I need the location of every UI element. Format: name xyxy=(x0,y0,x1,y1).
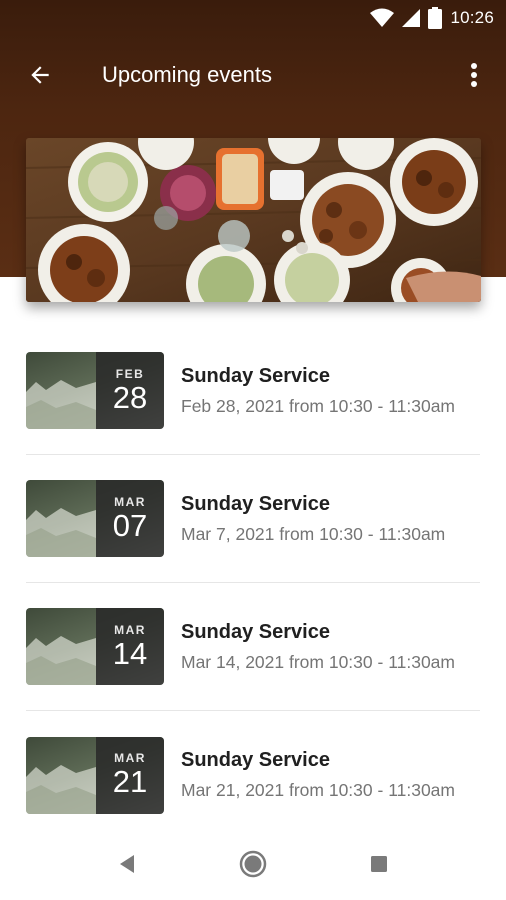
event-title: Sunday Service xyxy=(181,492,330,515)
home-circle-icon[interactable] xyxy=(190,834,316,894)
event-month: MAR xyxy=(114,622,146,637)
status-bar: 10:26 xyxy=(0,0,506,36)
date-badge: FEB 28 xyxy=(96,352,164,429)
event-item[interactable]: MAR 07 Sunday Service Mar 7, 2021 from 1… xyxy=(26,455,480,583)
arrow-back-icon[interactable] xyxy=(10,45,70,105)
event-datetime: Mar 21, 2021 from 10:30 - 11:30am xyxy=(181,780,455,800)
event-day: 14 xyxy=(112,635,148,671)
event-datetime: Mar 14, 2021 from 10:30 - 11:30am xyxy=(181,651,455,672)
wifi-icon xyxy=(370,8,395,28)
event-title: Sunday Service xyxy=(181,749,330,771)
event-item[interactable]: FEB 28 Sunday Service Feb 28, 2021 from … xyxy=(26,327,480,455)
event-thumbnail: FEB 28 xyxy=(26,352,164,429)
app-bar: Upcoming events xyxy=(0,44,506,106)
event-day: 28 xyxy=(112,379,148,415)
event-month: FEB xyxy=(115,366,145,381)
date-badge: MAR 07 xyxy=(96,480,164,557)
battery-icon xyxy=(428,7,443,29)
event-thumbnail: MAR 07 xyxy=(26,480,164,557)
event-month: MAR xyxy=(114,751,146,765)
event-datetime: Mar 7, 2021 from 10:30 - 11:30am xyxy=(181,523,446,544)
event-thumbnail: MAR 21 xyxy=(26,736,164,814)
event-title: Sunday Service xyxy=(181,620,330,643)
event-datetime: Feb 28, 2021 from 10:30 - 11:30am xyxy=(181,395,456,416)
event-month: MAR xyxy=(114,494,146,509)
system-nav-bar xyxy=(0,828,506,900)
event-item[interactable]: MAR 21 Sunday Service Mar 21, 2021 from … xyxy=(26,711,480,839)
banner-image xyxy=(26,138,481,302)
table-of-food-photo xyxy=(26,138,481,302)
page-title: Upcoming events xyxy=(102,62,272,87)
date-badge: MAR 21 xyxy=(96,736,164,814)
signal-icon xyxy=(402,9,421,27)
more-vert-icon[interactable] xyxy=(450,51,498,99)
date-badge: MAR 14 xyxy=(96,608,164,685)
back-triangle-icon[interactable] xyxy=(64,834,190,894)
event-thumbnail: MAR 14 xyxy=(26,608,164,685)
recents-square-icon[interactable] xyxy=(316,834,442,894)
event-day: 21 xyxy=(112,764,148,799)
status-time: 10:26 xyxy=(450,8,494,27)
event-day: 07 xyxy=(112,507,148,543)
event-list: FEB 28 Sunday Service Feb 28, 2021 from … xyxy=(26,327,480,839)
event-title: Sunday Service xyxy=(181,364,330,387)
event-item[interactable]: MAR 14 Sunday Service Mar 14, 2021 from … xyxy=(26,583,480,711)
